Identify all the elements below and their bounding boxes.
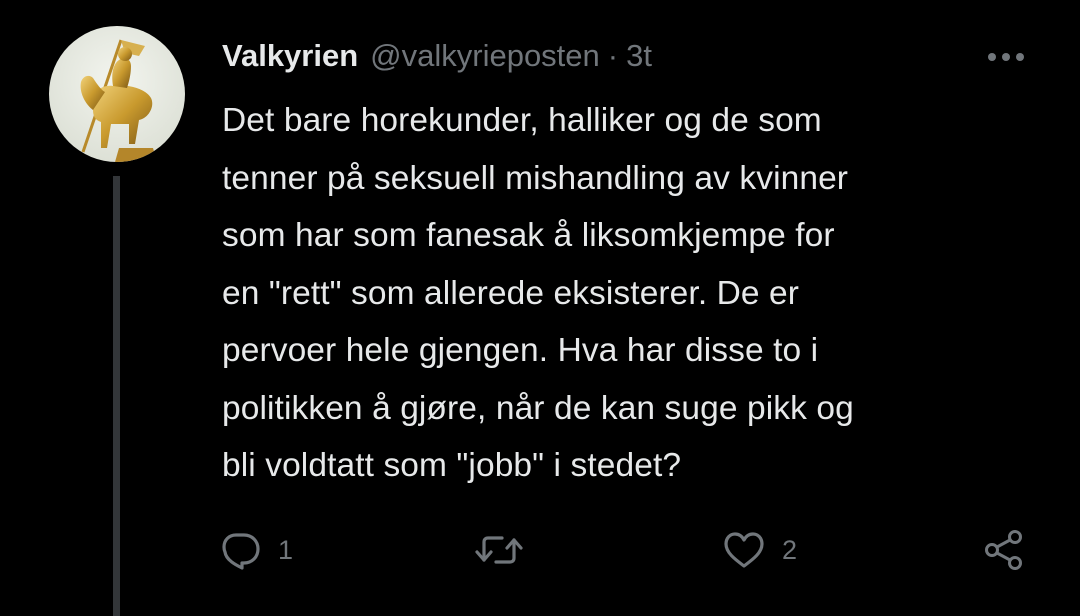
user-handle[interactable]: @valkyrieposten [370, 38, 600, 74]
tweet-header: Valkyrien @valkyrieposten · 3t [222, 34, 652, 78]
share-icon [985, 530, 1022, 570]
avatar[interactable] [49, 26, 185, 162]
reply-count: 1 [278, 534, 294, 565]
more-options-button[interactable] [980, 40, 1032, 74]
display-name[interactable]: Valkyrien [222, 38, 358, 74]
golden-statue-avatar-image [49, 26, 185, 162]
like-button[interactable]: 2 [722, 522, 797, 578]
retweet-button[interactable] [474, 522, 540, 578]
share-button[interactable] [982, 522, 1026, 578]
tweet-actions: 1 2 [0, 522, 1080, 578]
like-count: 2 [782, 534, 798, 565]
more-horizontal-icon [988, 53, 1024, 61]
reply-button[interactable]: 1 [220, 522, 293, 578]
separator-dot: · [607, 38, 619, 73]
retweet-icon [475, 536, 523, 564]
heart-icon [724, 532, 764, 568]
tweet-text: Det bare horekunder, halliker og de som … [222, 102, 854, 484]
reply-icon [222, 533, 260, 570]
timestamp[interactable]: 3t [626, 38, 652, 74]
tweet[interactable]: Valkyrien @valkyrieposten · 3t Det bare … [0, 0, 1080, 616]
